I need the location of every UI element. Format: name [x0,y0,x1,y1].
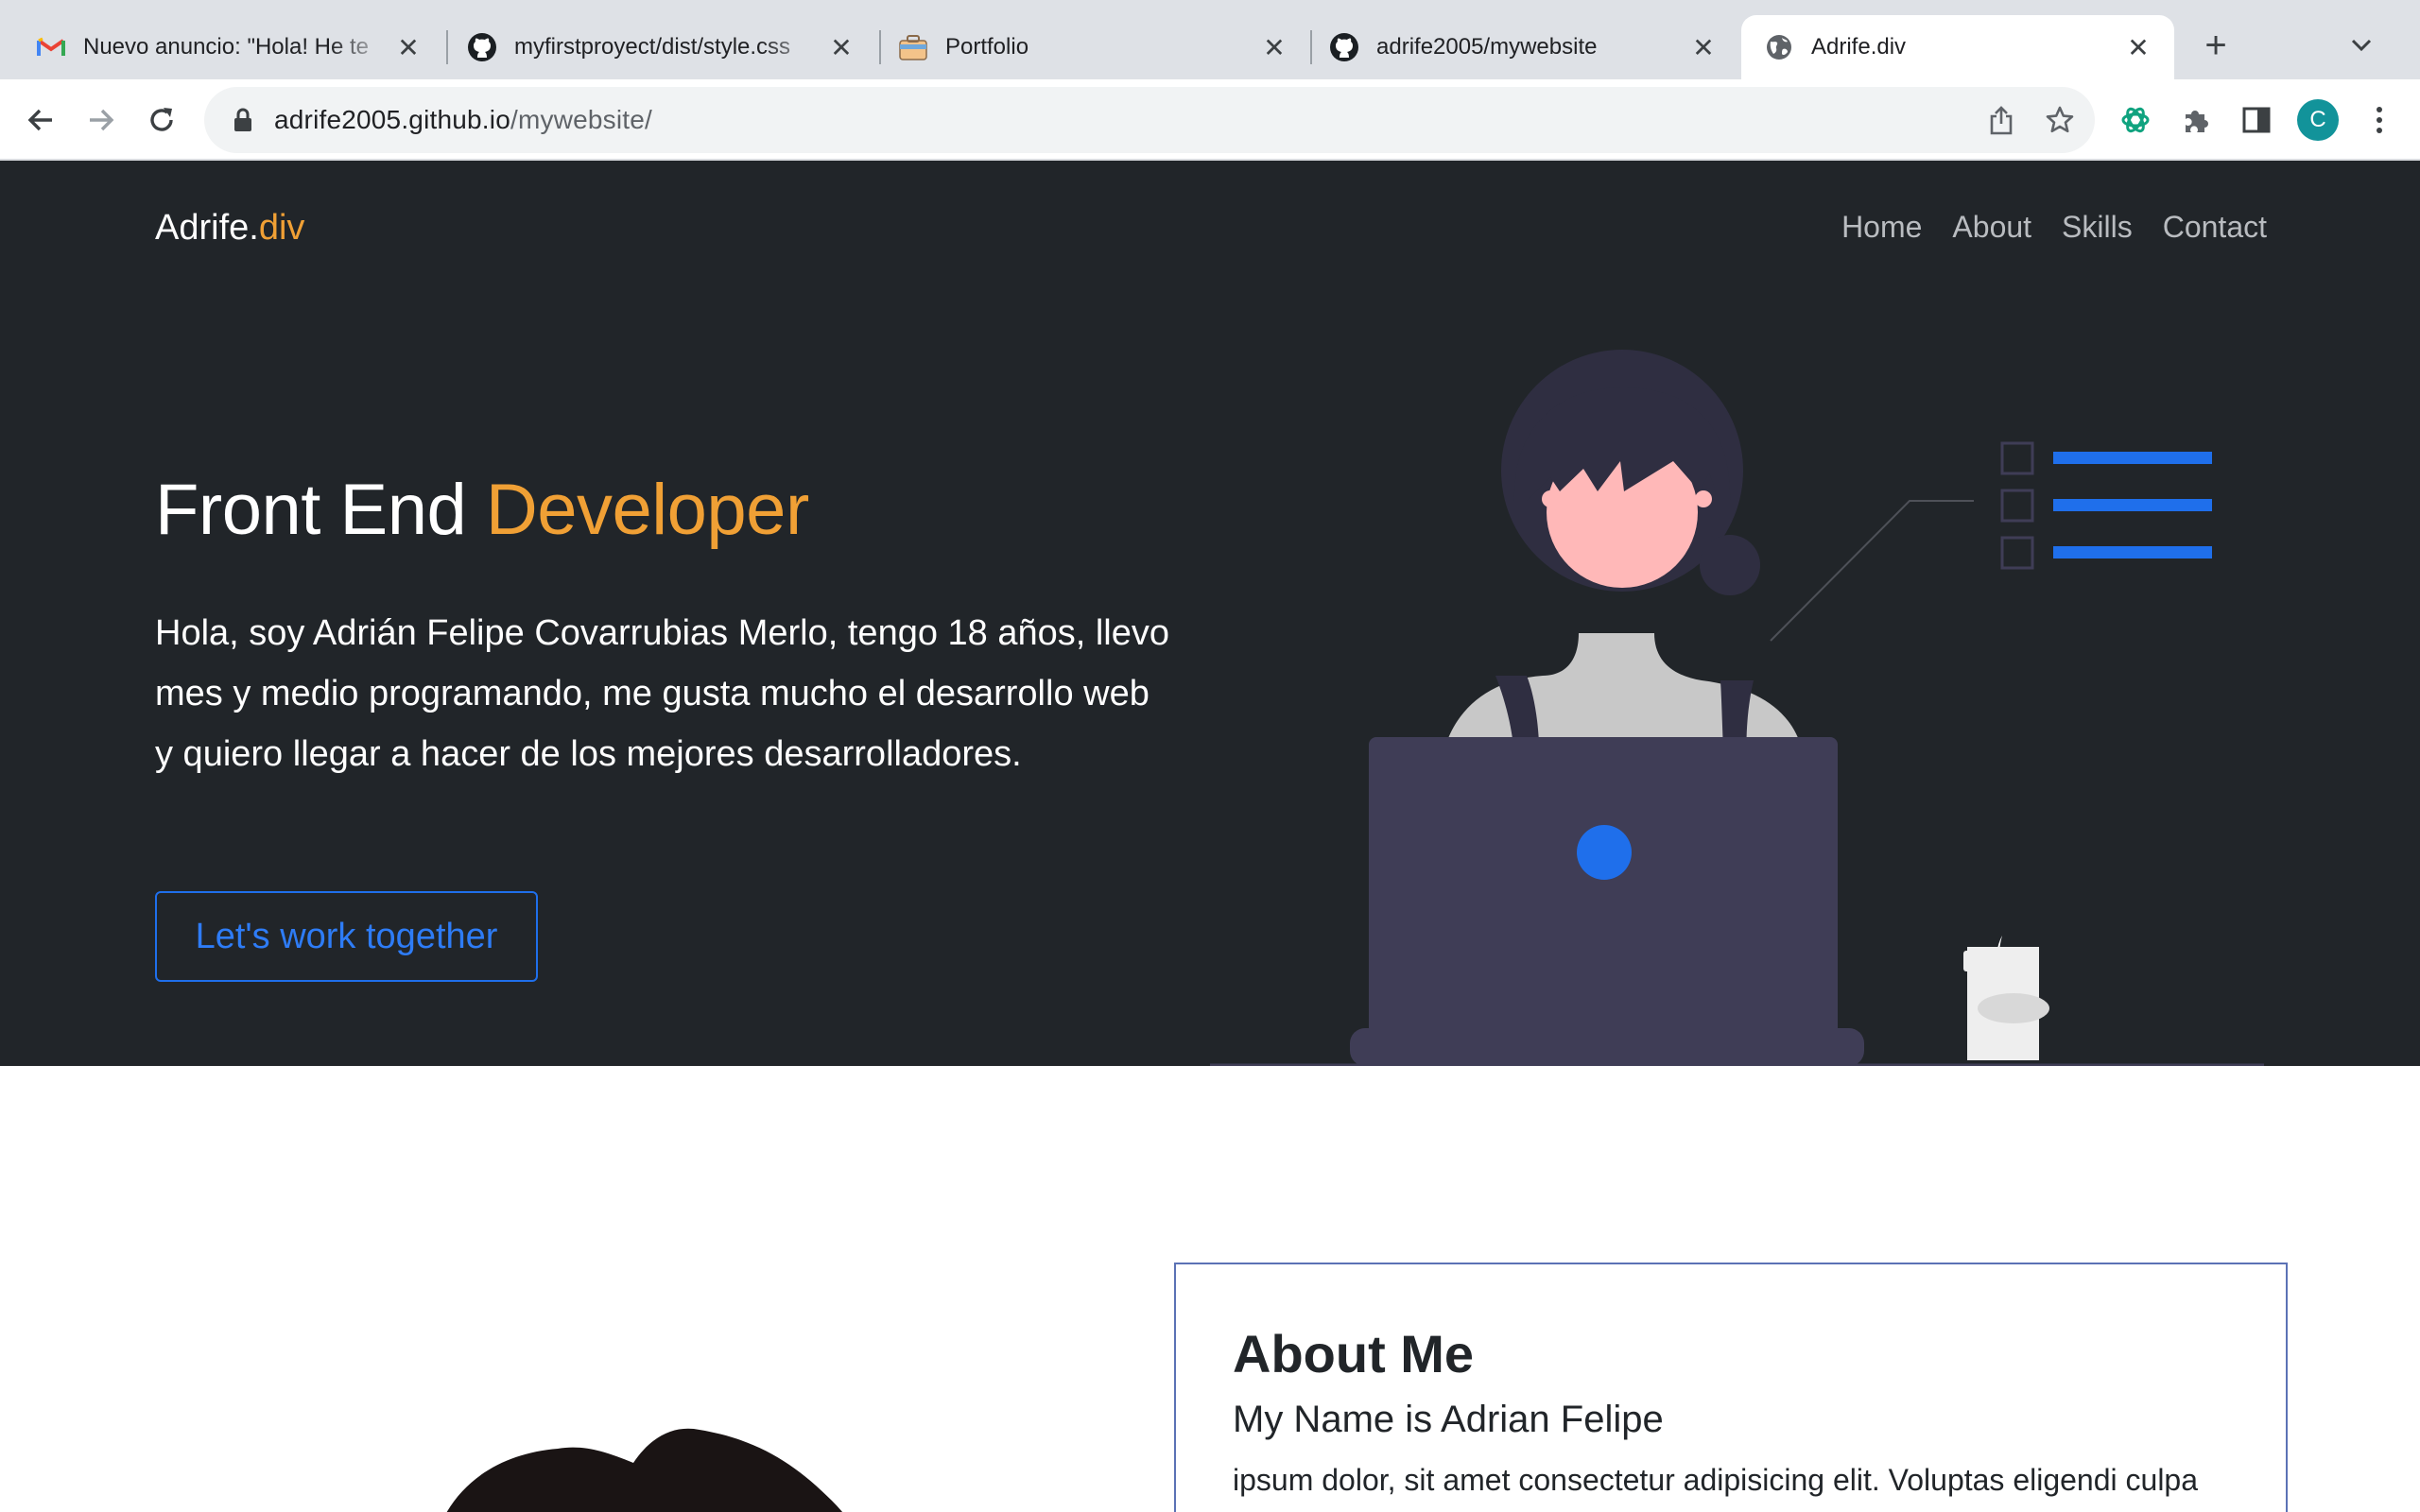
site-nav: Home About Skills Contact [1841,210,2267,245]
reload-button[interactable] [140,98,183,142]
address-bar[interactable]: adrife2005.github.io/mywebsite/ [204,87,2095,153]
tab-gmail[interactable]: Nuevo anuncio: "Hola! He te ✕ [0,15,444,79]
portfolio-icon [898,32,928,62]
tab-title: Nuevo anuncio: "Hola! He te [83,34,370,60]
tab-title: adrife2005/mywebsite [1376,34,1598,60]
hero-intro-text: Hola, soy Adrián Felipe Covarrubias Merl… [155,613,1170,774]
profile-portrait [446,1428,842,1512]
github-icon [1329,32,1359,62]
nav-home[interactable]: Home [1841,210,1922,245]
work-together-button[interactable]: Let's work together [155,891,538,982]
nav-contact[interactable]: Contact [2163,210,2267,245]
share-icon[interactable] [1979,98,2023,142]
url-host: adrife2005.github.io [274,105,510,134]
nav-about[interactable]: About [1952,210,2031,245]
about-title: About Me [1233,1324,1475,1383]
browser-toolbar: adrife2005.github.io/mywebsite/ C [0,79,2420,161]
globe-icon [1764,32,1794,62]
lock-icon[interactable] [231,106,255,134]
tab-close-icon[interactable]: ✕ [1686,30,1720,64]
about-text: ipsum dolor, sit amet consectetur adipis… [1233,1463,2199,1497]
profile-avatar[interactable]: C [2297,99,2339,141]
side-panel-icon[interactable] [2235,98,2278,142]
hero-title-main: Front End [155,470,486,550]
url-path: /mywebsite/ [510,105,653,134]
tab-title: Adrife.div [1811,34,1907,60]
tab-title: Portfolio [945,34,1029,60]
back-button[interactable] [19,98,62,142]
nav-skills[interactable]: Skills [2062,210,2133,245]
github-icon [467,32,497,62]
extensions-puzzle-icon[interactable] [2174,98,2218,142]
new-tab-button[interactable]: + [2195,25,2237,66]
hero-section: Adrife.div Home About Skills Contact Fro… [0,161,2420,1066]
chatgpt-extension-icon[interactable] [2114,98,2157,142]
brand-main: Adrife. [155,208,259,248]
tab-portfolio[interactable]: Portfolio ✕ [862,15,1310,79]
about-subtitle: My Name is Adrian Felipe [1233,1399,1664,1440]
tab-style-css[interactable]: myfirstproyect/dist/style.css ✕ [431,15,877,79]
chevron-down-icon[interactable] [2342,26,2380,64]
gmail-icon [36,32,66,62]
tab-adrife-div[interactable]: Adrife.div ✕ [1741,15,2174,79]
tab-close-icon[interactable]: ✕ [2121,30,2155,64]
hero-title-accent: Developer [485,470,809,550]
tab-close-icon[interactable]: ✕ [391,30,425,64]
tab-title: myfirstproyect/dist/style.css [514,34,791,60]
url-text[interactable]: adrife2005.github.io/mywebsite/ [274,105,652,135]
hero-title: Front End Developer [155,469,809,551]
tab-close-icon[interactable]: ✕ [1257,30,1291,64]
tab-mywebsite-repo[interactable]: adrife2005/mywebsite ✕ [1293,15,1739,79]
bookmark-star-icon[interactable] [2038,98,2082,142]
developer-illustration [1210,350,2264,1066]
tab-close-icon[interactable]: ✕ [824,30,858,64]
about-card: About Me My Name is Adrian Felipe ipsum … [1174,1263,2288,1512]
brand-accent: div [258,208,305,248]
tab-strip: Nuevo anuncio: "Hola! He te ✕ myfirstpro… [0,0,2420,79]
about-section: About Me My Name is Adrian Felipe ipsum … [0,1066,2420,1512]
site-logo[interactable]: Adrife.div [155,208,304,249]
forward-button[interactable] [79,98,123,142]
menu-kebab-icon[interactable] [2358,98,2401,142]
